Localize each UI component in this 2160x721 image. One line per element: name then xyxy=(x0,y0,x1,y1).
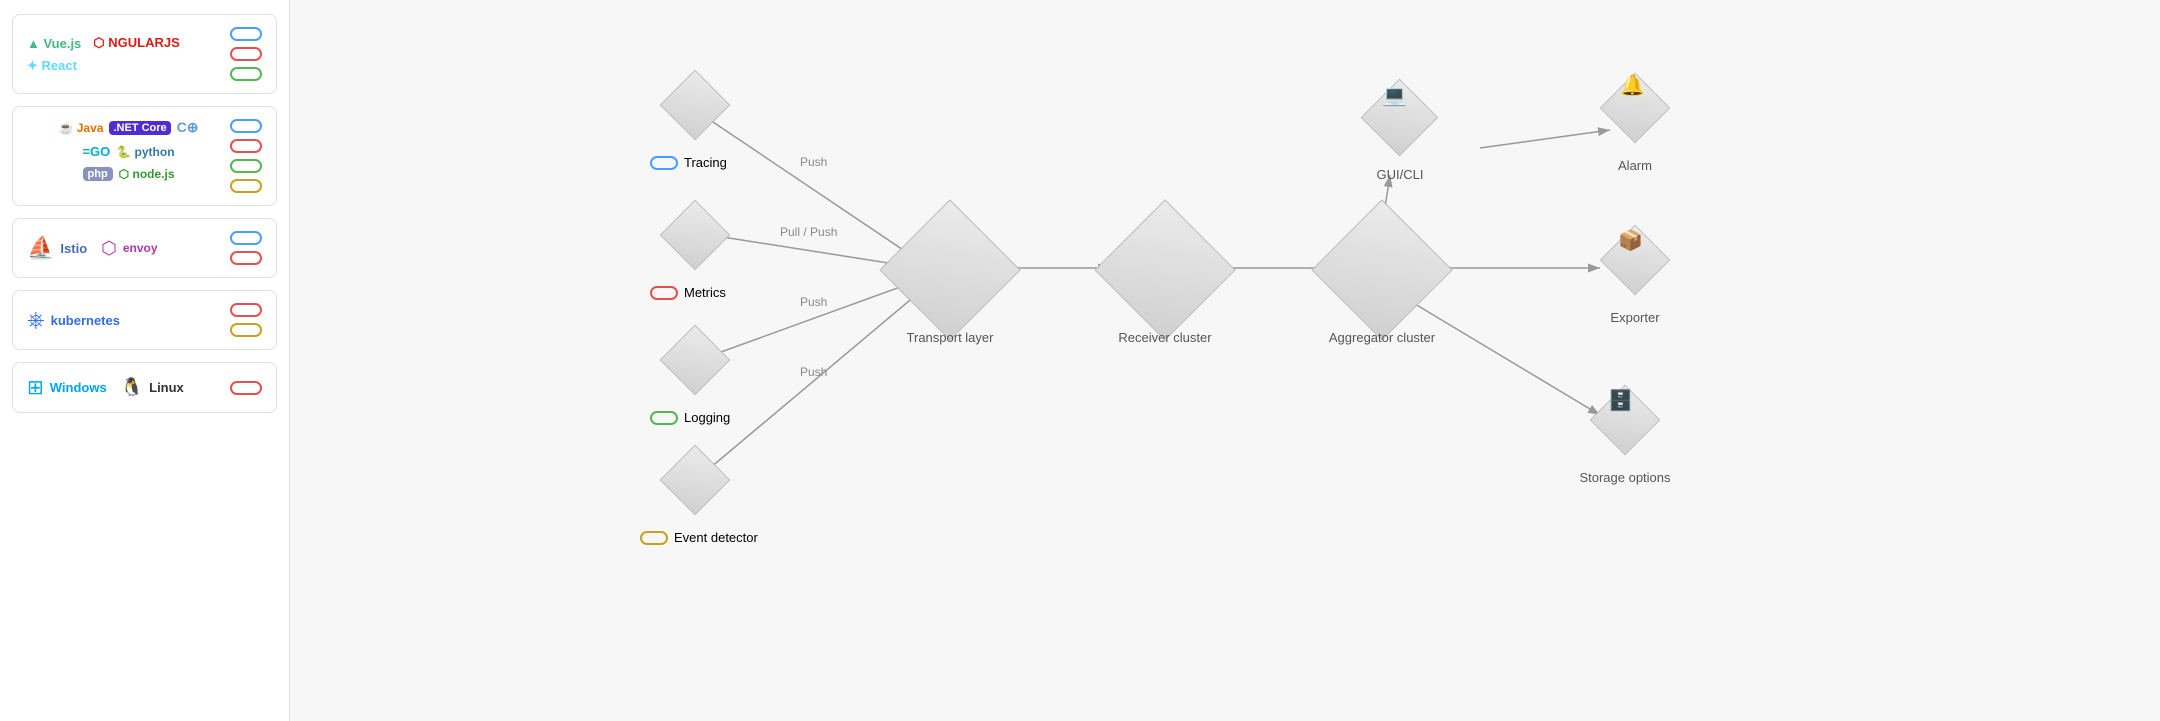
kubernetes-toggles[interactable] xyxy=(230,303,262,337)
gui-cli-label: GUI/CLI xyxy=(1365,167,1435,182)
sidebar-group-os: ⊞ Windows 🐧 Linux xyxy=(12,362,277,413)
os-toggles[interactable] xyxy=(230,381,262,395)
angularjs-logo: ⬡ NGULARJS xyxy=(93,35,179,51)
sidebar: ▲ Vue.js ⬡ NGULARJS ✦ React ☕ Java .NET … xyxy=(0,0,290,721)
envoy-icon: ⬡ xyxy=(101,238,117,259)
toggle-envoy[interactable] xyxy=(230,251,262,265)
nodejs-logo: ⬡ node.js xyxy=(119,167,175,181)
tracing-badge xyxy=(650,156,678,170)
aggregator-cluster-node: Aggregator cluster xyxy=(1332,220,1432,320)
windows-logo: Windows xyxy=(50,380,107,395)
logging-badge xyxy=(650,411,678,425)
toggle-backend-1[interactable] xyxy=(230,119,262,133)
tracing-node: Tracing xyxy=(660,75,730,145)
receiver-cluster-label: Receiver cluster xyxy=(1100,330,1230,345)
event-detector-node: Event detector xyxy=(660,450,730,520)
metrics-badge xyxy=(650,286,678,300)
java-logo: ☕ Java xyxy=(58,121,103,135)
push-label-1: Push xyxy=(800,155,827,169)
toggle-vuejs[interactable] xyxy=(230,27,262,41)
alarm-node: 🔔 Alarm xyxy=(1600,78,1670,148)
servicemesh-logos: ⛵ Istio ⬡ envoy xyxy=(27,235,222,261)
toggle-k8s-2[interactable] xyxy=(230,323,262,337)
toggle-backend-2[interactable] xyxy=(230,139,262,153)
logging-node: Logging xyxy=(660,330,730,400)
windows-icon: ⊞ xyxy=(27,375,44,400)
python-logo: 🐍 python xyxy=(116,145,174,159)
cpp-logo: C⊕ xyxy=(177,119,199,136)
metrics-node: Metrics xyxy=(660,205,730,275)
backend-logos: ☕ Java .NET Core C⊕ =GO 🐍 python php ⬡ n… xyxy=(27,119,230,181)
metrics-label: Metrics xyxy=(650,285,726,300)
toggle-react[interactable] xyxy=(230,67,262,81)
pull-push-label: Pull / Push xyxy=(780,225,837,239)
storage-node: 🗄️ Storage options xyxy=(1590,390,1660,460)
vuejs-logo: ▲ Vue.js xyxy=(27,36,81,51)
storage-label: Storage options xyxy=(1575,470,1675,485)
servicemesh-toggles[interactable] xyxy=(230,231,262,265)
istio-logo: Istio xyxy=(60,241,87,256)
istio-icon: ⛵ xyxy=(27,235,54,261)
linux-logo: Linux xyxy=(149,380,184,395)
envoy-logo: envoy xyxy=(123,241,158,255)
os-logos: ⊞ Windows 🐧 Linux xyxy=(27,375,222,400)
sidebar-group-servicemesh: ⛵ Istio ⬡ envoy xyxy=(12,218,277,278)
main-diagram: Tracing Metrics Logging Event detector xyxy=(290,0,2160,721)
gui-cli-node: 💻 GUI/CLI xyxy=(1360,85,1440,160)
exporter-label: Exporter xyxy=(1600,310,1670,325)
kubernetes-icon: ⎈ xyxy=(27,307,45,333)
push-label-4: Push xyxy=(800,365,827,379)
php-logo: php xyxy=(83,167,113,181)
toggle-backend-4[interactable] xyxy=(230,179,262,193)
toggle-angularjs[interactable] xyxy=(230,47,262,61)
aggregator-cluster-label: Aggregator cluster xyxy=(1307,330,1457,345)
sidebar-group-backend: ☕ Java .NET Core C⊕ =GO 🐍 python php ⬡ n… xyxy=(12,106,277,206)
react-logo: ✦ React xyxy=(27,58,77,74)
exporter-node: 📦 Exporter xyxy=(1600,230,1670,300)
linux-icon: 🐧 xyxy=(121,377,143,398)
alarm-label: Alarm xyxy=(1605,158,1665,173)
kubernetes-logos: ⎈ kubernetes xyxy=(27,307,222,333)
push-label-3: Push xyxy=(800,295,827,309)
logging-label: Logging xyxy=(650,410,730,425)
sidebar-group-kubernetes: ⎈ kubernetes xyxy=(12,290,277,350)
event-detector-badge xyxy=(640,531,668,545)
toggle-backend-3[interactable] xyxy=(230,159,262,173)
frontend-logos: ▲ Vue.js ⬡ NGULARJS ✦ React xyxy=(27,34,222,74)
go-logo: =GO xyxy=(82,144,110,159)
transport-layer-node: Transport layer xyxy=(900,220,1000,320)
sidebar-group-frontend: ▲ Vue.js ⬡ NGULARJS ✦ React xyxy=(12,14,277,94)
toggle-os[interactable] xyxy=(230,381,262,395)
toggle-k8s-1[interactable] xyxy=(230,303,262,317)
transport-layer-label: Transport layer xyxy=(880,330,1020,345)
event-detector-label: Event detector xyxy=(640,530,758,545)
dotnet-logo: .NET Core xyxy=(109,121,170,135)
frontend-toggles[interactable] xyxy=(230,27,262,81)
kubernetes-logo: kubernetes xyxy=(51,313,120,328)
tracing-label: Tracing xyxy=(650,155,727,170)
diagram-connections xyxy=(290,0,2160,721)
toggle-istio[interactable] xyxy=(230,231,262,245)
receiver-cluster-node: Receiver cluster xyxy=(1115,220,1215,320)
backend-toggles[interactable] xyxy=(230,119,262,193)
